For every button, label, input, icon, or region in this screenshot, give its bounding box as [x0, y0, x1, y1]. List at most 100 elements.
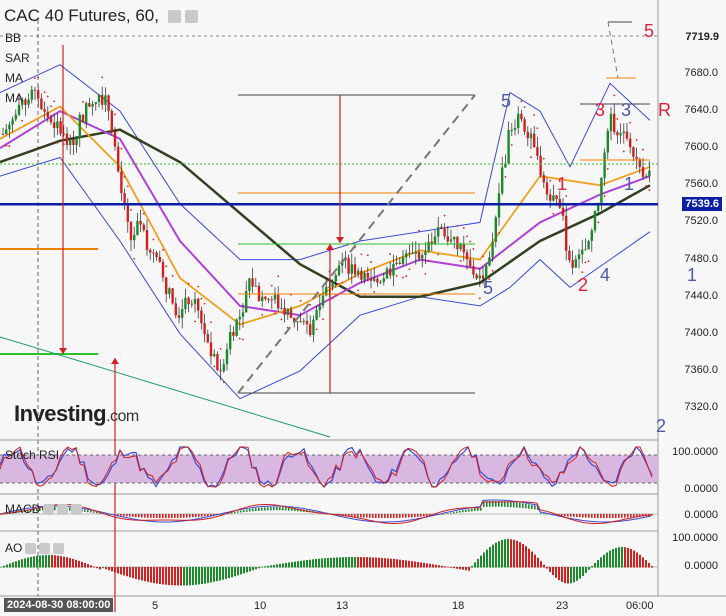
candle-body	[405, 253, 408, 258]
macd-label[interactable]: MACD	[5, 502, 83, 516]
ao-bar	[621, 547, 623, 568]
macd-hist-bar	[255, 508, 257, 512]
ao-bar	[504, 539, 506, 568]
eye-icon[interactable]	[167, 10, 181, 24]
ao-bar	[69, 558, 71, 568]
macd-hist-bar	[393, 514, 395, 519]
candle-body	[286, 309, 289, 315]
candle-body	[69, 139, 72, 145]
candle-body	[453, 237, 456, 240]
ao-bar	[480, 555, 482, 568]
candle-body	[357, 270, 360, 275]
candle-body	[363, 273, 366, 280]
candle-body	[427, 241, 430, 252]
candle-body	[593, 210, 597, 231]
sar-dot	[443, 214, 446, 217]
sar-dot	[53, 100, 56, 103]
sar-dot	[315, 328, 318, 331]
candle-body	[206, 334, 209, 343]
macd-hist-bar	[273, 507, 275, 511]
indicator-sar[interactable]: SAR	[5, 51, 30, 65]
candle-body	[305, 320, 309, 325]
ao-bar	[501, 540, 503, 568]
ao-bar	[378, 557, 380, 568]
indicator-bb[interactable]: BB	[5, 31, 21, 45]
y-tick-label: 7560.0	[684, 178, 718, 191]
candle-body	[197, 298, 200, 311]
ao-label[interactable]: AO	[5, 541, 65, 555]
indicator-ma-1[interactable]: MA	[5, 71, 23, 85]
sar-dot	[606, 167, 609, 170]
ao-bar	[576, 567, 578, 581]
candle-body	[273, 294, 277, 300]
ao-bar	[612, 549, 614, 568]
macd-hist-bar	[267, 507, 269, 511]
sar-dot	[8, 145, 11, 147]
y-tick-label: 0.0000	[684, 509, 718, 521]
macd-hist-bar	[249, 509, 251, 512]
ao-bar	[9, 563, 11, 568]
candle-body	[181, 309, 184, 318]
sar-dot	[309, 303, 312, 306]
candle-body	[145, 230, 149, 250]
candle-body	[267, 299, 270, 301]
ao-bar	[87, 564, 89, 568]
ao-bar	[99, 567, 101, 570]
ao-bar	[42, 555, 44, 568]
sar-dot	[645, 184, 648, 187]
ao-bar	[309, 559, 311, 568]
ao-bar	[243, 567, 245, 574]
ao-bar	[255, 567, 257, 570]
macd-hist-bar	[237, 511, 239, 513]
ao-bar	[63, 556, 65, 568]
candle-body	[606, 130, 609, 153]
sar-dot	[357, 289, 360, 292]
candle-body	[203, 323, 206, 335]
stoch-rsi-label[interactable]: Stoch RSI	[5, 448, 59, 462]
ao-bar	[177, 567, 179, 586]
ao-bar	[15, 561, 17, 568]
sar-dot	[21, 119, 24, 122]
candle-body	[609, 113, 613, 131]
candle-body	[549, 194, 552, 201]
macd-hist-bar	[90, 510, 92, 513]
ao-bar	[417, 561, 419, 568]
candle-body	[542, 175, 545, 183]
candle-body	[53, 122, 56, 129]
sar-dot	[171, 274, 174, 277]
sar-dot	[203, 302, 206, 305]
candle-body	[225, 349, 229, 365]
sar-dot	[629, 121, 632, 124]
sar-dot	[114, 113, 116, 116]
macd-hist-bar	[366, 514, 368, 518]
candle-body	[56, 121, 59, 129]
price-chart[interactable]	[0, 0, 726, 616]
candle-body	[289, 309, 293, 318]
macd-hist-bar	[174, 514, 176, 518]
settings-icon[interactable]	[184, 10, 198, 24]
macd-hist-bar	[630, 514, 632, 518]
indicator-ma-2[interactable]: MA	[5, 91, 23, 105]
candle-body	[302, 320, 305, 322]
ao-bar	[258, 567, 260, 569]
sar-dot	[478, 297, 481, 300]
wave-label: 4	[600, 265, 611, 286]
investing-logo: Investing.com	[14, 401, 139, 426]
macd-hist-bar	[354, 514, 356, 517]
macd-hist-bar	[270, 507, 272, 511]
ao-bar	[597, 560, 599, 568]
ao-bar	[270, 565, 272, 568]
ao-bar	[195, 567, 197, 585]
ao-bar	[159, 567, 161, 584]
ao-bar	[519, 542, 521, 568]
sar-dot	[370, 261, 372, 263]
macd-hist-bar	[261, 507, 263, 511]
ao-bar	[357, 557, 359, 568]
ao-bar	[297, 561, 299, 568]
sar-dot	[261, 314, 264, 316]
sar-dot	[331, 297, 334, 300]
candle-body	[369, 278, 373, 281]
sar-dot	[152, 238, 155, 241]
macd-hist-bar	[183, 514, 185, 518]
ao-bar	[204, 567, 206, 584]
